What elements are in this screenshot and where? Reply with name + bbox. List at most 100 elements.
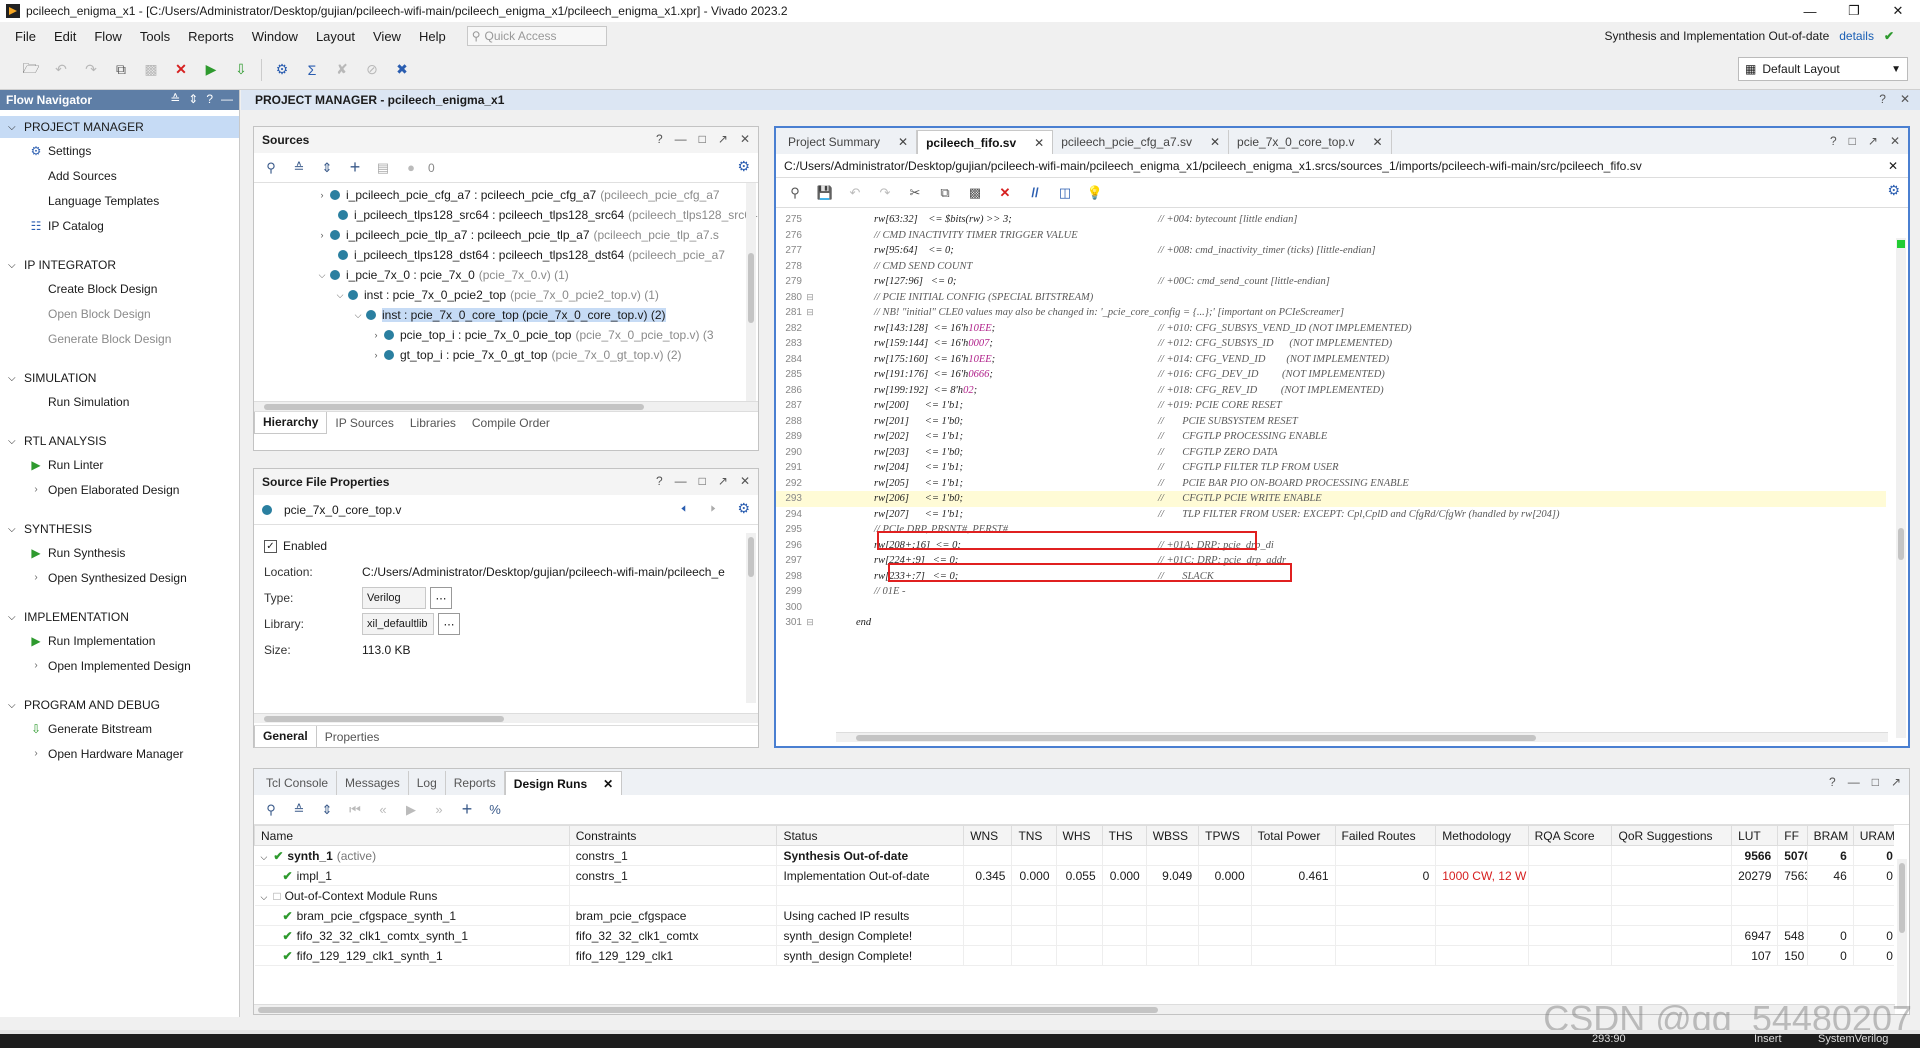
- nav-item-generate-bitstream[interactable]: ⇩ Generate Bitstream: [0, 716, 239, 741]
- nav-item-generate-block-design[interactable]: Generate Block Design: [0, 326, 239, 351]
- sum-icon[interactable]: Σ: [299, 57, 325, 83]
- copy-icon[interactable]: ⧉: [934, 182, 956, 204]
- menu-file[interactable]: File: [6, 29, 45, 44]
- close-tab-icon[interactable]: ✕: [1034, 136, 1044, 150]
- tree-row[interactable]: › i_pcileech_pcie_tlp_a7 : pcileech_pcie_…: [254, 225, 758, 245]
- minimize-icon[interactable]: —: [675, 474, 687, 488]
- library-value[interactable]: xil_defaultlib: [362, 613, 434, 635]
- tab-compile-order[interactable]: Compile Order: [464, 416, 558, 430]
- undo-icon[interactable]: ↶: [844, 182, 866, 204]
- nav-item-run-linter[interactable]: ▶ Run Linter: [0, 452, 239, 477]
- gear-icon[interactable]: ⚙: [1887, 182, 1900, 199]
- column-header[interactable]: TPWS: [1198, 825, 1252, 846]
- menu-edit[interactable]: Edit: [45, 29, 85, 44]
- gear-icon[interactable]: ⚙: [737, 500, 750, 517]
- table-row[interactable]: ⌵ ✔ synth_1 (active) constrs_1 Synthesis Out-…: [254, 845, 1894, 866]
- editor-vscroll[interactable]: [1896, 238, 1906, 738]
- help-icon[interactable]: ?: [1829, 775, 1836, 789]
- lightbulb-icon[interactable]: 💡: [1084, 182, 1106, 204]
- code-area[interactable]: 275 rw[63:32] <= $bits(rw) >> 3; // +004: …: [776, 208, 1908, 720]
- columns-icon[interactable]: ◫: [1054, 182, 1076, 204]
- run-icon[interactable]: ▶: [198, 57, 224, 83]
- table-row[interactable]: ⌵ □ Out-of-Context Module Runs: [254, 885, 1894, 906]
- column-header[interactable]: THS: [1101, 825, 1147, 846]
- column-header[interactable]: LUT: [1731, 825, 1779, 846]
- restore-icon[interactable]: □: [1872, 775, 1879, 789]
- cross-probe-icon[interactable]: ✖: [389, 57, 415, 83]
- tab-libraries[interactable]: Libraries: [402, 416, 464, 430]
- bottom-tab-log[interactable]: Log: [409, 771, 446, 795]
- tree-row[interactable]: › pcie_top_i : pcie_7x_0_pcie_top (pcie_7x…: [254, 325, 758, 345]
- column-header[interactable]: Failed Routes: [1334, 825, 1437, 846]
- settings-gear-icon[interactable]: ⚙: [269, 57, 295, 83]
- close-tab-icon[interactable]: ✕: [898, 135, 908, 149]
- bottom-tab-messages[interactable]: Messages: [337, 771, 409, 795]
- close-tab-icon[interactable]: ✕: [1372, 135, 1382, 149]
- help-icon[interactable]: ?: [206, 92, 213, 106]
- expand-all-icon[interactable]: ⇕: [316, 799, 338, 821]
- menu-flow[interactable]: Flow: [85, 29, 130, 44]
- sources-hscroll[interactable]: [254, 401, 758, 411]
- type-browse-button[interactable]: ⋯: [430, 587, 452, 609]
- column-header[interactable]: Constraints: [568, 825, 778, 846]
- undo-icon[interactable]: ↶: [48, 57, 74, 83]
- column-header[interactable]: WHS: [1055, 825, 1103, 846]
- nav-item-open-synthesized-design[interactable]: › Open Synthesized Design: [0, 565, 239, 590]
- column-header[interactable]: TNS: [1011, 825, 1057, 846]
- menu-window[interactable]: Window: [243, 29, 307, 44]
- column-header[interactable]: Methodology: [1435, 825, 1529, 846]
- redo-icon[interactable]: ↷: [874, 182, 896, 204]
- search-icon[interactable]: ⚲: [260, 799, 282, 821]
- column-header[interactable]: FF: [1777, 825, 1808, 846]
- tree-row[interactable]: ⌵ inst : pcie_7x_0_core_top (pcie_7x_0_co…: [254, 305, 758, 325]
- close-tab-icon[interactable]: ✕: [603, 777, 613, 791]
- delete-icon[interactable]: ✕: [994, 182, 1016, 204]
- tree-row[interactable]: › gt_top_i : pcie_7x_0_gt_top (pcie_7x_0_g…: [254, 345, 758, 365]
- tab-properties[interactable]: Properties: [317, 730, 388, 744]
- minimize-icon[interactable]: —: [675, 132, 687, 146]
- comment-icon[interactable]: //: [1024, 182, 1046, 204]
- paste-icon[interactable]: ▩: [964, 182, 986, 204]
- menu-reports[interactable]: Reports: [179, 29, 243, 44]
- chevron-down-icon[interactable]: ⌵: [261, 852, 268, 862]
- restore-icon[interactable]: □: [699, 474, 706, 488]
- chevron-down-icon[interactable]: ⌵: [261, 892, 268, 902]
- nav-item-open-hardware-manager[interactable]: › Open Hardware Manager: [0, 741, 239, 766]
- minimize-icon[interactable]: —: [1788, 0, 1832, 22]
- bottom-tab-reports[interactable]: Reports: [446, 771, 505, 795]
- section-synthesis[interactable]: ⌵ SYNTHESIS: [0, 518, 239, 540]
- collapse-all-icon[interactable]: ≙: [288, 799, 310, 821]
- nav-item-open-elaborated-design[interactable]: › Open Elaborated Design: [0, 477, 239, 502]
- tree-row[interactable]: i_pcileech_tlps128_dst64 : pcileech_tlps…: [254, 245, 758, 265]
- bitstream-icon[interactable]: ⇩: [228, 57, 254, 83]
- section-simulation[interactable]: ⌵ SIMULATION: [0, 367, 239, 389]
- float-icon[interactable]: ↗: [718, 474, 728, 488]
- help-icon[interactable]: ?: [656, 474, 663, 488]
- close-icon[interactable]: ✕: [740, 474, 750, 488]
- redo-icon[interactable]: ↷: [78, 57, 104, 83]
- column-header[interactable]: WNS: [963, 825, 1013, 846]
- sources-vscroll[interactable]: [746, 183, 756, 401]
- nav-item-open-implemented-design[interactable]: › Open Implemented Design: [0, 653, 239, 678]
- details-link[interactable]: details: [1839, 29, 1874, 43]
- add-icon[interactable]: +: [344, 157, 366, 179]
- fold-icon[interactable]: ⊟: [802, 617, 818, 628]
- float-icon[interactable]: ↗: [718, 132, 728, 146]
- save-icon[interactable]: 💾: [814, 182, 836, 204]
- close-icon[interactable]: ✕: [1890, 134, 1900, 148]
- float-icon[interactable]: ↗: [1868, 134, 1878, 148]
- close-tab-icon[interactable]: ✕: [1210, 135, 1220, 149]
- tree-row[interactable]: ⌵ i_pcie_7x_0 : pcie_7x_0 (pcie_7x_0.v) (1…: [254, 265, 758, 285]
- sfp-vscroll[interactable]: [746, 533, 756, 703]
- table-row[interactable]: ✔ impl_1 constrs_1 Implementation Out-of-da…: [254, 865, 1894, 886]
- nav-item-language-templates[interactable]: Language Templates: [0, 188, 239, 213]
- column-header[interactable]: BRAM: [1806, 825, 1854, 846]
- section-project-manager[interactable]: ⌵ PROJECT MANAGER: [0, 116, 239, 138]
- chevron-right-icon[interactable]: ›: [368, 350, 384, 360]
- section-rtl-analysis[interactable]: ⌵ RTL ANALYSIS: [0, 430, 239, 452]
- tree-row[interactable]: › i_pcileech_pcie_cfg_a7 : pcileech_pcie_…: [254, 185, 758, 205]
- minimize-panel-icon[interactable]: —: [221, 92, 233, 106]
- enabled-checkbox[interactable]: ✓: [264, 539, 277, 553]
- back-arrow-icon[interactable]: 🢐: [681, 498, 686, 522]
- close-icon[interactable]: ✕: [1876, 0, 1920, 22]
